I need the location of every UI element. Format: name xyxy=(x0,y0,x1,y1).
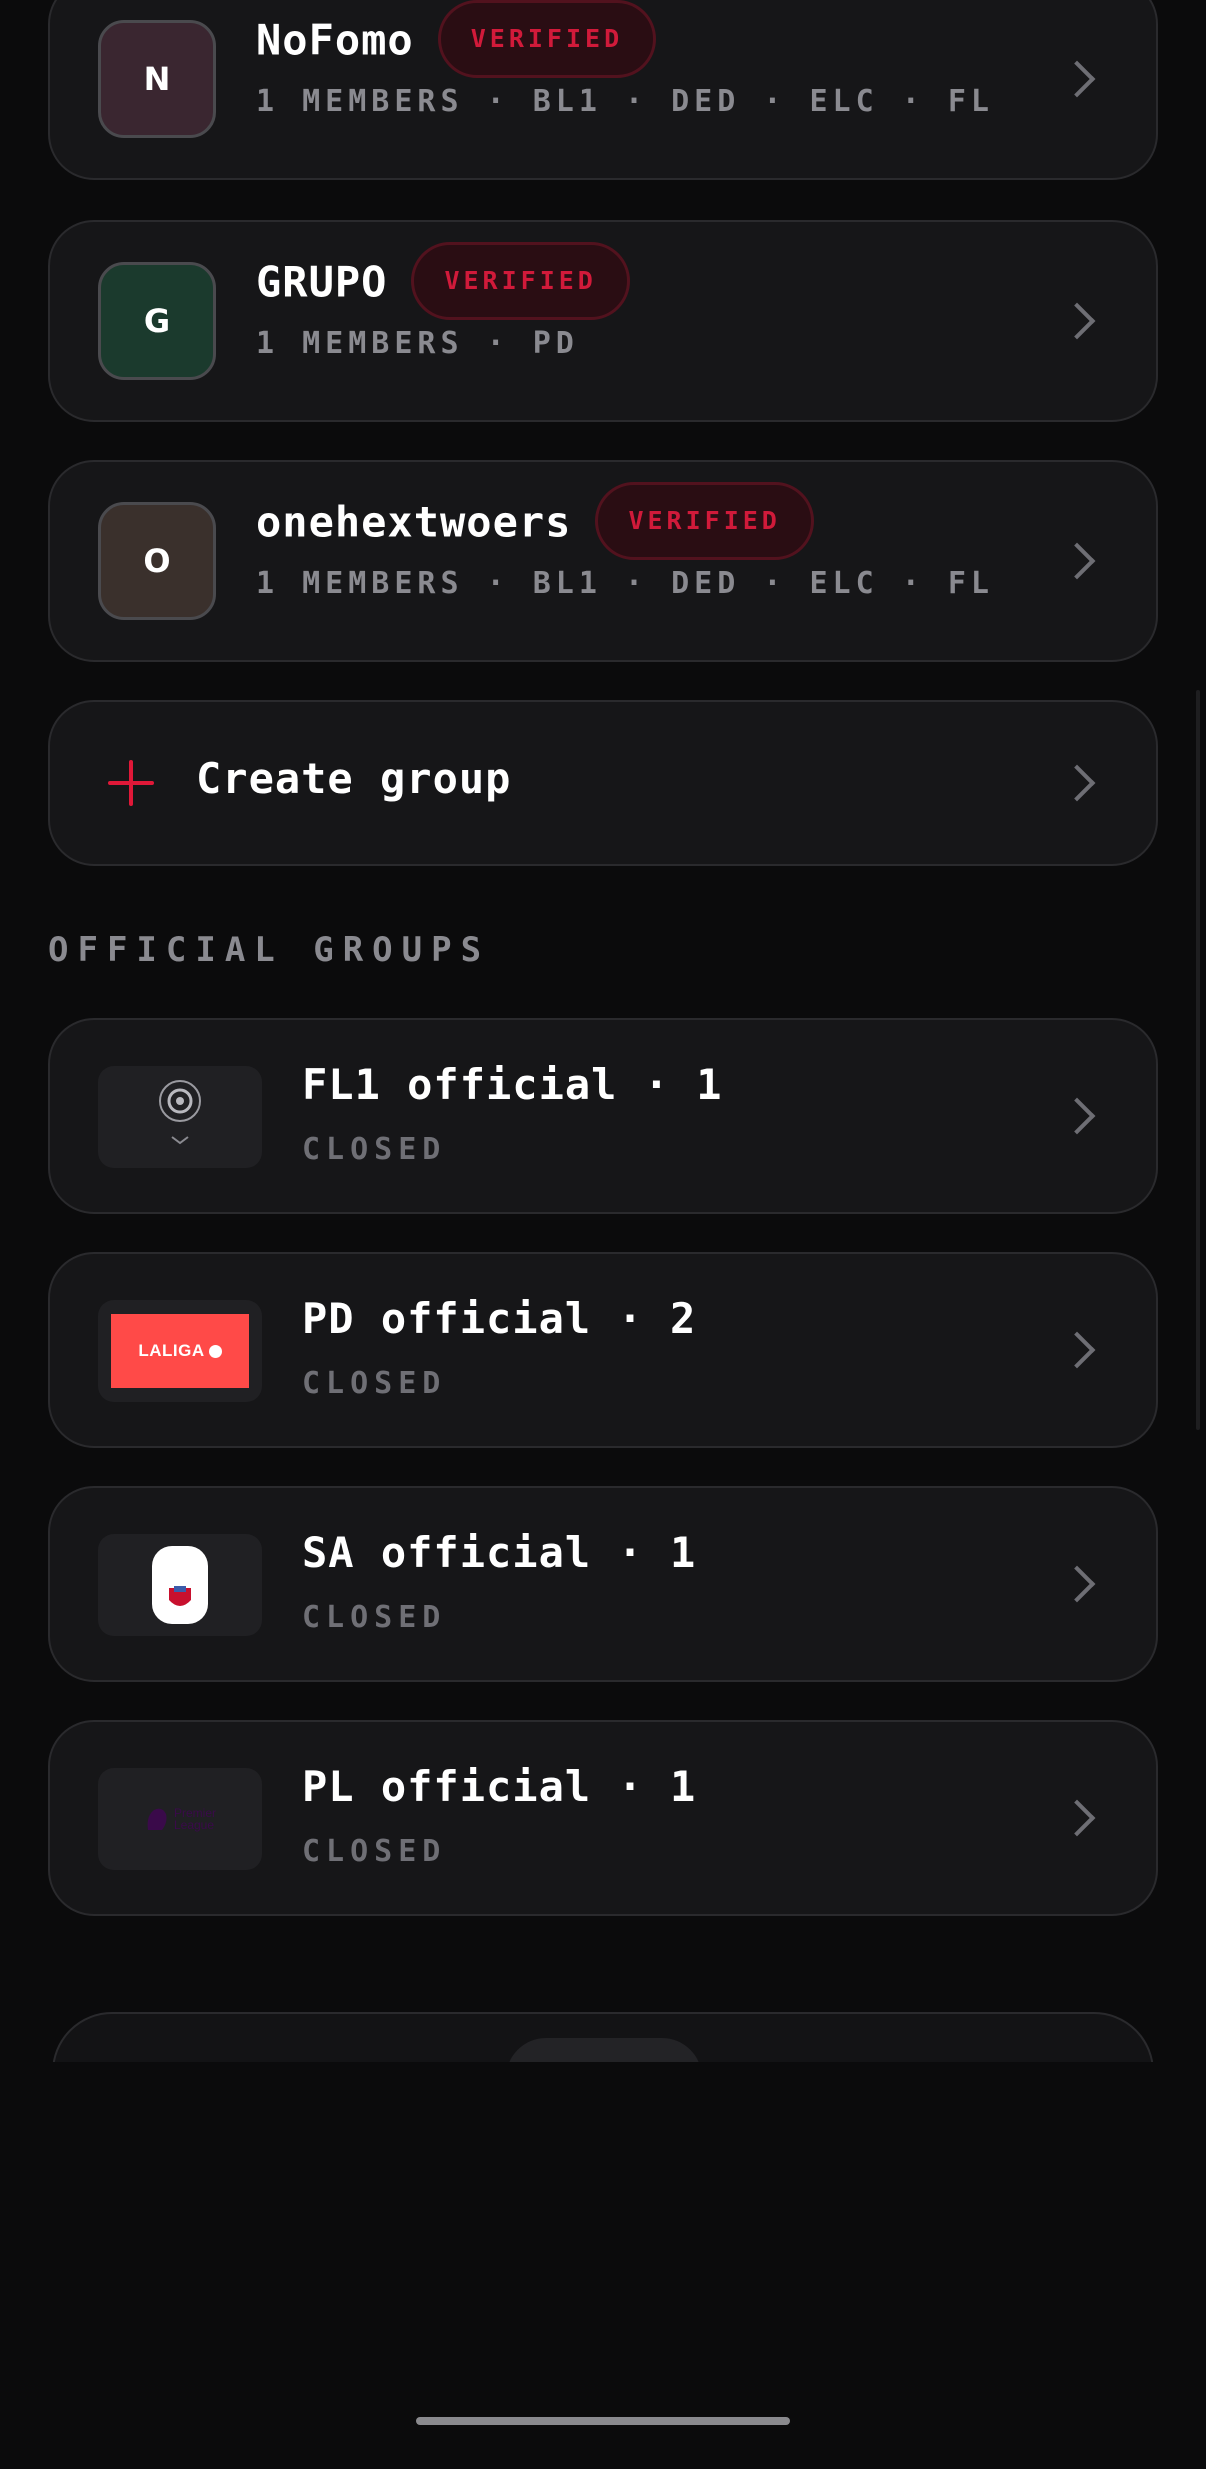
group-name: NoFomo xyxy=(256,15,414,65)
official-group-card-pd[interactable]: LALIGA PD official · 2 CLOSED xyxy=(48,1252,1158,1448)
bottom-overlay xyxy=(0,2062,1206,2469)
official-group-name: PL official · 1 xyxy=(302,1762,697,1811)
official-group-card-sa[interactable]: SA official · 1 CLOSED xyxy=(48,1486,1158,1682)
avatar-initial: N xyxy=(143,60,171,98)
verified-badge: VERIFIED xyxy=(411,242,630,320)
avatar-initial: G xyxy=(143,302,171,340)
create-group-button[interactable]: Create group xyxy=(48,700,1158,866)
laliga-logo-text: LALIGA xyxy=(138,1341,205,1360)
chevron-right-icon xyxy=(1058,302,1096,340)
avatar: G xyxy=(98,262,216,380)
scrollbar[interactable] xyxy=(1196,690,1200,1430)
group-name: onehextwoers xyxy=(256,497,572,547)
group-card-nofomo[interactable]: N NoFomo VERIFIED 1 MEMBERS · BL1 · DED ·… xyxy=(48,0,1158,180)
seriea-logo-mark xyxy=(152,1546,208,1624)
group-title-row: NoFomo VERIFIED xyxy=(256,0,657,82)
group-card-onehextwoers[interactable]: O onehextwoers VERIFIED 1 MEMBERS · BL1 ·… xyxy=(48,460,1158,662)
official-group-name: SA official · 1 xyxy=(302,1528,697,1577)
group-meta: 1 MEMBERS · PD xyxy=(256,326,579,361)
group-card-grupo[interactable]: G GRUPO VERIFIED 1 MEMBERS · PD xyxy=(48,220,1158,422)
screen: N NoFomo VERIFIED 1 MEMBERS · BL1 · DED ·… xyxy=(0,0,1206,2469)
plus-icon xyxy=(108,760,154,806)
official-group-status: CLOSED xyxy=(302,1834,447,1869)
group-meta: 1 MEMBERS · BL1 · DED · ELC · FL1 · PD… xyxy=(256,84,996,119)
seriea-logo xyxy=(98,1534,262,1636)
avatar: N xyxy=(98,20,216,138)
official-group-name: FL1 official · 1 xyxy=(302,1060,723,1109)
chevron-right-icon xyxy=(1058,1799,1096,1837)
group-title-row: GRUPO VERIFIED xyxy=(256,242,630,324)
verified-badge: VERIFIED xyxy=(595,482,814,560)
chevron-right-icon xyxy=(1058,542,1096,580)
official-group-card-fl1[interactable]: FL1 official · 1 CLOSED xyxy=(48,1018,1158,1214)
home-indicator[interactable] xyxy=(416,2417,790,2425)
chevron-right-icon xyxy=(1058,60,1096,98)
premier-league-lion-icon xyxy=(147,1808,167,1830)
avatar: O xyxy=(98,502,216,620)
chevron-right-icon xyxy=(1058,764,1096,802)
verified-badge: VERIFIED xyxy=(437,0,657,78)
chevron-right-icon xyxy=(1058,1331,1096,1369)
official-group-status: CLOSED xyxy=(302,1132,447,1167)
avatar-initial: O xyxy=(143,542,171,580)
laliga-logo: LALIGA xyxy=(98,1300,262,1402)
ligue1-logo xyxy=(98,1066,262,1168)
group-title-row: onehextwoers VERIFIED xyxy=(256,482,814,564)
laliga-logo-mark: LALIGA xyxy=(111,1314,249,1388)
official-group-name: PD official · 2 xyxy=(302,1294,697,1343)
ligue1-logo-mark xyxy=(159,1080,201,1145)
chevron-right-icon xyxy=(1058,1097,1096,1135)
group-meta: 1 MEMBERS · BL1 · DED · ELC · FL1 · PD… xyxy=(256,566,996,601)
section-title-official-groups: OFFICIAL GROUPS xyxy=(48,930,491,970)
official-group-status: CLOSED xyxy=(302,1600,447,1635)
premier-league-logo-text: Premier League xyxy=(173,1806,216,1832)
create-group-label: Create group xyxy=(196,754,512,803)
group-name: GRUPO xyxy=(256,257,388,307)
official-group-status: CLOSED xyxy=(302,1366,447,1401)
official-group-card-pl[interactable]: Premier League PL official · 1 CLOSED xyxy=(48,1720,1158,1916)
premier-league-logo: Premier League xyxy=(98,1768,262,1870)
chevron-right-icon xyxy=(1058,1565,1096,1603)
